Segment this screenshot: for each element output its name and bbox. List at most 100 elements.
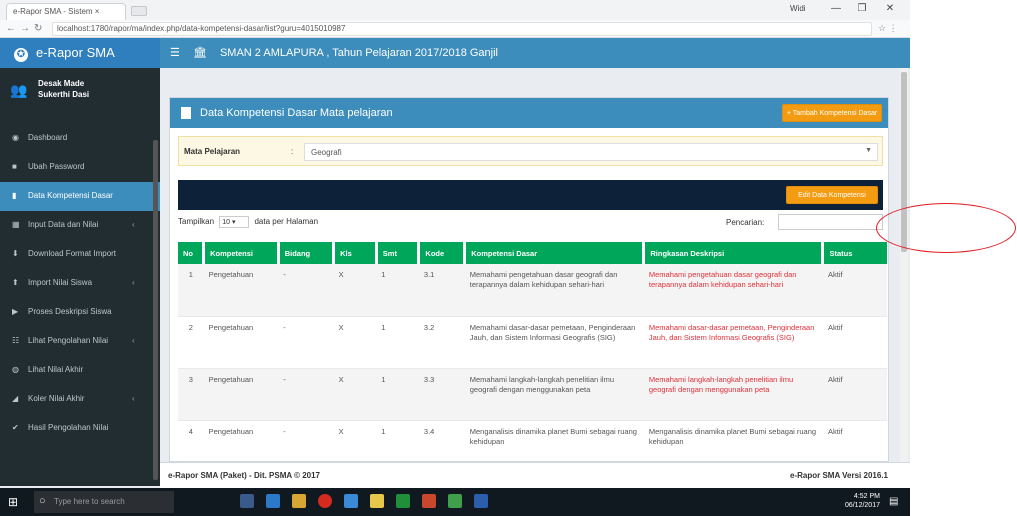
sidebar-item-download-format-import[interactable]: ⬇ Download Format Import — [0, 240, 160, 269]
kompetensi-dasar-box: Data Kompetensi Dasar Mata pelajaran + T… — [169, 97, 889, 465]
opera-icon[interactable] — [318, 494, 332, 508]
table-row: 2 Pengetahuan - X 1 3.2 Memahami dasar-d… — [178, 316, 887, 369]
reload-icon[interactable]: ↻ — [34, 22, 42, 36]
cell-kompetensi-dasar: Memahami pengetahuan dasar geografi dan … — [464, 264, 644, 317]
cell-kompetensi: Pengetahuan — [203, 316, 279, 369]
brand-logo[interactable]: ✪ e-Rapor SMA — [0, 38, 160, 68]
sidebar-item-label: Koler Nilai Akhir — [28, 394, 85, 403]
cell-no: 1 — [178, 264, 204, 317]
column-header-no[interactable]: No — [178, 242, 206, 264]
lock-icon: ■ — [12, 162, 17, 171]
new-tab-button[interactable] — [131, 6, 147, 16]
tab-title: e-Rapor SMA - Sistem × — [13, 7, 100, 16]
top-header: ☰ 🏛 SMAN 2 AMLAPURA , Tahun Pelajaran 20… — [160, 38, 910, 68]
back-icon[interactable]: ← — [6, 22, 16, 36]
cell-kompetensi: Pengetahuan — [203, 420, 279, 465]
browser-tab[interactable]: e-Rapor SMA - Sistem × — [6, 3, 126, 20]
cell-ringkasan-deskripsi: Memahami dasar-dasar pemetaan, Penginder… — [643, 316, 823, 369]
address-bar-row: ← → ↻ localhost:1780/rapor/ma/index.php/… — [0, 20, 910, 38]
system-tray-clock[interactable]: 4:52 PM 06/12/2017 — [820, 492, 880, 510]
cell-no: 2 — [178, 316, 204, 369]
sidebar-item-label: Data Kompetensi Dasar — [28, 191, 113, 200]
cell-kompetensi: Pengetahuan — [203, 368, 279, 421]
list-icon: ☷ — [12, 336, 20, 345]
search-input[interactable] — [778, 214, 883, 230]
maximize-button[interactable]: ❐ — [852, 2, 872, 16]
windows-taskbar: ⊞ ○ Type here to search 4:52 PM 06/12/20… — [0, 488, 910, 516]
mapel-label: Mata Pelajaran — [184, 147, 241, 156]
taskbar-search-placeholder: Type here to search — [54, 497, 125, 506]
excel-icon[interactable] — [396, 494, 410, 508]
cell-smt: 1 — [376, 316, 419, 369]
menu-toggle-icon[interactable]: ☰ — [170, 47, 180, 59]
screen: e-Rapor SMA - Sistem × Widi — ❐ ✕ ← → ↻ … — [0, 0, 910, 516]
taskbar-search-input[interactable]: ○ Type here to search — [34, 491, 174, 513]
task-view-icon[interactable] — [240, 494, 254, 508]
sidebar-item-input-data-dan-nilai[interactable]: ▦ Input Data dan Nilai ‹ — [0, 211, 160, 240]
cell-smt: 1 — [376, 420, 419, 465]
sidebar-item-koler-nilai-akhir[interactable]: ◢ Koler Nilai Akhir ‹ — [0, 385, 160, 414]
cell-smt: 1 — [376, 264, 419, 317]
sidebar-item-label: Dashboard — [28, 133, 68, 142]
sidebar-item-proses-deskripsi-siswa[interactable]: ▶ Proses Deskripsi Siswa — [0, 298, 160, 327]
column-header-kode[interactable]: Kode — [418, 242, 467, 264]
table-controls: Tampilkan 10 ▾ data per Halaman Pencaria… — [178, 214, 883, 232]
add-kompetensi-button[interactable]: + Tambah Kompetensi Dasar — [782, 104, 882, 122]
sidebar-item-lihat-nilai-akhir[interactable]: ◍ Lihat Nilai Akhir — [0, 356, 160, 385]
powerpoint-icon[interactable] — [422, 494, 436, 508]
minimize-button[interactable]: — — [826, 2, 846, 16]
sidebar-item-import-nilai-siswa[interactable]: ⬆ Import Nilai Siswa ‹ — [0, 269, 160, 298]
check-icon: ✔ — [12, 423, 19, 432]
per-page-label: data per Halaman — [254, 217, 319, 227]
edit-kompetensi-button[interactable]: Edit Data Kompetensi — [786, 186, 878, 204]
edge-icon[interactable] — [266, 494, 280, 508]
column-header-ringkasan-deskripsi[interactable]: Ringkasan Deskripsi — [643, 242, 825, 264]
table-row: 4 Pengetahuan - X 1 3.4 Menganalisis din… — [178, 420, 887, 465]
page-length-value: 10 — [222, 219, 231, 226]
sidebar-item-lihat-pengolahan-nilai[interactable]: ☷ Lihat Pengolahan Nilai ‹ — [0, 327, 160, 356]
sidebar-item-hasil-pengolahan-nilai[interactable]: ✔ Hasil Pengolahan Nilai — [0, 414, 160, 443]
page-length-select[interactable]: 10 ▾ — [219, 216, 250, 228]
column-header-kls[interactable]: Kls — [333, 242, 378, 264]
sidebar-item-label: Lihat Pengolahan Nilai — [28, 336, 109, 345]
url-text: localhost:1780/rapor/ma/index.php/data-k… — [57, 24, 346, 33]
browser-tabbar: e-Rapor SMA - Sistem × Widi — ❐ ✕ — [0, 0, 910, 20]
sidebar-item-label: Import Nilai Siswa — [28, 278, 93, 287]
sidebar-item-label: Hasil Pengolahan Nilai — [28, 423, 109, 432]
box-title: Data Kompetensi Dasar Mata pelajaran — [200, 107, 393, 119]
windows-start-icon[interactable]: ⊞ — [8, 495, 18, 509]
cell-kompetensi-dasar: Menganalisis dinamika planet Bumi sebaga… — [464, 420, 644, 465]
url-input[interactable]: localhost:1780/rapor/ma/index.php/data-k… — [52, 22, 872, 36]
bookmark-star-icon[interactable]: ☆ ⋮ — [878, 23, 898, 34]
footer-version: e-Rapor SMA Versi 2016.1 — [790, 471, 888, 480]
upload-icon: ⬆ — [12, 278, 19, 287]
notes-icon[interactable] — [370, 494, 384, 508]
sidebar-item-dashboard[interactable]: ◉ Dashboard — [0, 124, 160, 153]
forward-icon[interactable]: → — [20, 22, 30, 36]
mata-pelajaran-select[interactable]: Geografi ▼ — [304, 143, 878, 161]
sidebar-item-ubah-password[interactable]: ■ Ubah Password — [0, 153, 160, 182]
cell-kls: X — [333, 368, 377, 421]
school-title: SMAN 2 AMLAPURA , Tahun Pelajaran 2017/2… — [219, 47, 498, 59]
close-button[interactable]: ✕ — [880, 2, 900, 16]
mata-pelajaran-row: Mata Pelajaran : Geografi ▼ — [178, 136, 883, 166]
cell-kompetensi-dasar: Memahami dasar-dasar pemetaan, Penginder… — [464, 316, 644, 369]
table-icon: ▦ — [12, 220, 20, 229]
column-header-status[interactable]: Status — [822, 242, 887, 264]
cell-bidang: - — [278, 368, 334, 421]
browser-user[interactable]: Widi — [790, 4, 806, 13]
word-icon[interactable] — [474, 494, 488, 508]
sidebar-item-data-kompetensi-dasar[interactable]: ▮ Data Kompetensi Dasar — [0, 182, 160, 211]
column-header-kompetensi-dasar[interactable]: Kompetensi Dasar — [464, 242, 646, 264]
file-explorer-icon[interactable] — [292, 494, 306, 508]
sidebar-scrollbar[interactable] — [153, 140, 158, 480]
cell-status: Aktif — [822, 264, 887, 317]
app-icon[interactable] — [448, 494, 462, 508]
document-icon — [181, 107, 191, 119]
store-icon[interactable] — [344, 494, 358, 508]
column-header-smt[interactable]: Smt — [376, 242, 421, 264]
notification-icon[interactable]: ▤ — [889, 496, 898, 507]
chevron-down-icon: ▼ — [865, 147, 872, 154]
column-header-kompetensi[interactable]: Kompetensi — [203, 242, 280, 264]
column-header-bidang[interactable]: Bidang — [278, 242, 336, 264]
